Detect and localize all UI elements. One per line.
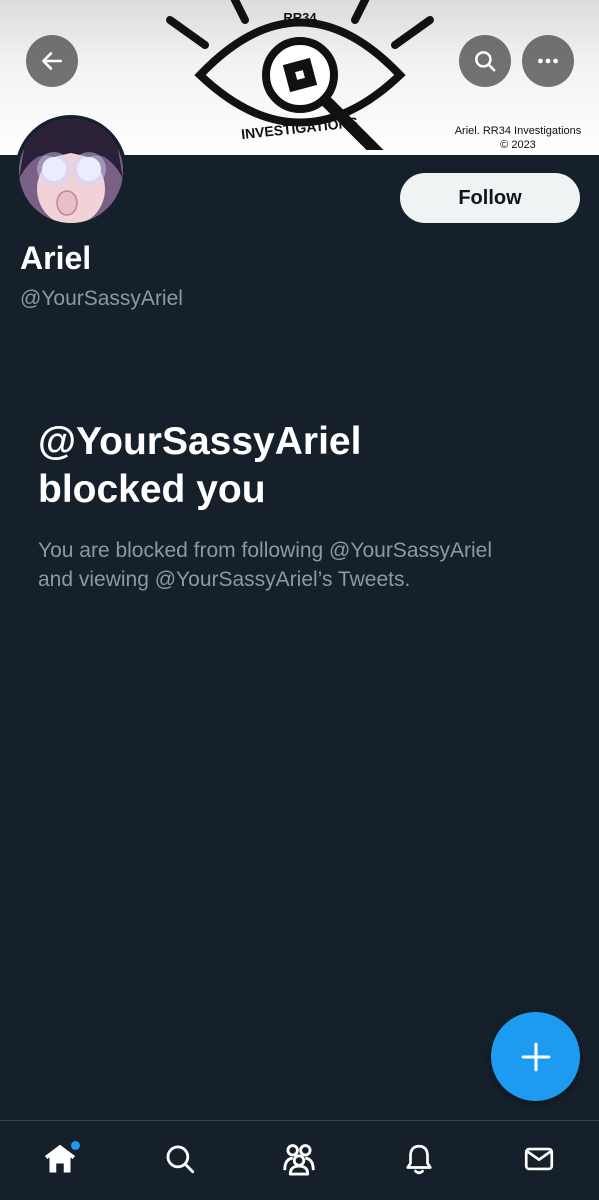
logo-top-text: RR34 [283, 10, 317, 25]
nav-messages[interactable] [509, 1129, 569, 1189]
blocked-description-line-2: and viewing @YourSassyAriel’s Tweets. [38, 568, 411, 591]
nav-home[interactable] [30, 1129, 90, 1189]
arrow-left-icon [42, 52, 62, 70]
more-dots-icon [538, 58, 558, 64]
nav-search[interactable] [150, 1129, 210, 1189]
blocked-title-line-2: blocked you [38, 468, 266, 511]
nav-communities[interactable] [269, 1129, 329, 1189]
blocked-title-line-1: @YourSassyAriel [38, 420, 362, 463]
avatar-image [19, 119, 123, 223]
more-options-button[interactable] [522, 35, 574, 87]
credit-line-1: Ariel. RR34 Investigations [454, 125, 582, 137]
notifications-icon [406, 1144, 432, 1174]
search-icon [166, 1145, 194, 1173]
profile-avatar[interactable] [15, 115, 127, 227]
profile-display-name: Ariel [20, 240, 92, 276]
home-notification-dot [70, 1140, 80, 1150]
blocked-description-line-1: You are blocked from following @YourSass… [38, 539, 493, 562]
profile-handle: @YourSassyAriel [20, 287, 183, 310]
search-icon [475, 51, 496, 72]
bottom-navigation [0, 1120, 599, 1200]
blocked-title: @YourSassyAriel blocked you [38, 418, 558, 514]
search-button[interactable] [459, 35, 511, 87]
banner-credit: Ariel. RR34 Investigations © 2023 [443, 124, 593, 152]
eye-logo-image: RR34 INVESTIGATIONS [166, 0, 434, 150]
communities-icon [283, 1143, 316, 1175]
back-button[interactable] [26, 35, 78, 87]
credit-line-2: © 2023 [500, 139, 536, 151]
follow-button[interactable]: Follow [400, 173, 580, 223]
blocked-description: You are blocked from following @YourSass… [38, 536, 568, 594]
plus-icon [521, 1042, 550, 1071]
nav-notifications[interactable] [389, 1129, 449, 1189]
compose-tweet-button[interactable] [491, 1012, 580, 1101]
messages-icon [524, 1147, 554, 1170]
